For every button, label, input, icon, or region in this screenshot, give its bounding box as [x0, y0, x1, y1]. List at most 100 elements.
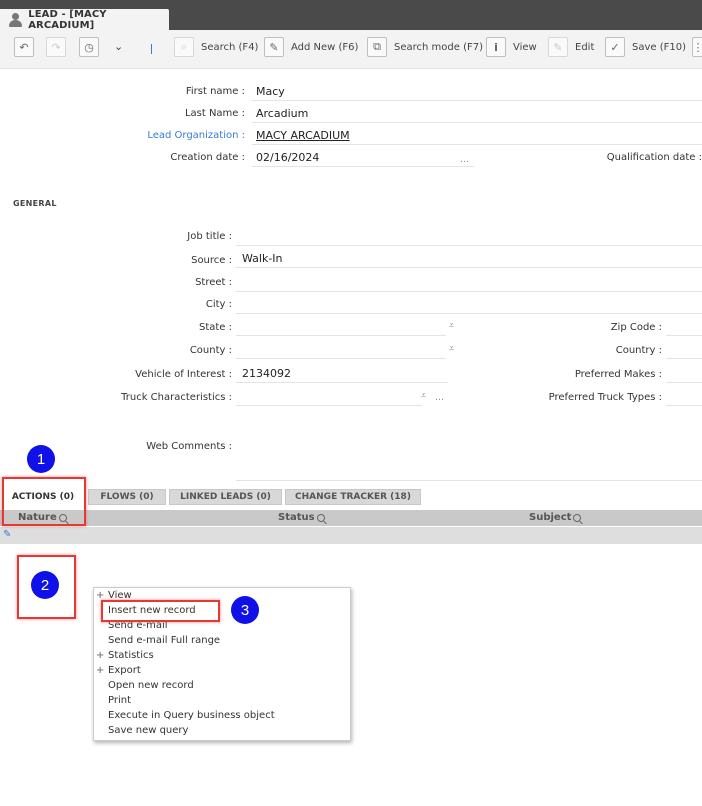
user-icon: [8, 12, 23, 27]
preferred-truck-types-field[interactable]: [666, 389, 702, 406]
redo-icon: ↷: [46, 37, 66, 57]
chevron-down-button[interactable]: ⌄: [114, 40, 123, 53]
country-field[interactable]: [666, 342, 702, 359]
toolbar: ↶ ↷ ◷ ⌄ ⌕ Search (F4) ✎ Add New (F6) ⧉ S…: [0, 30, 702, 69]
edit-icon: ✎: [548, 37, 568, 57]
more-button[interactable]: ⋮: [692, 37, 702, 57]
truck-picker-icon[interactable]: …: [435, 393, 444, 403]
menu-item-execute-query[interactable]: Execute in Query business object: [108, 710, 275, 721]
info-icon: i: [486, 37, 506, 57]
add-new-button[interactable]: ✎ Add New (F6): [264, 37, 358, 57]
vehicle-of-interest-field[interactable]: 2134092: [236, 366, 448, 383]
grid-header: Nature Status Subject: [0, 510, 702, 526]
lead-organization-link[interactable]: Lead Organization :: [147, 130, 245, 141]
undo-button[interactable]: ↶: [14, 37, 41, 57]
window-tab[interactable]: LEAD - [MACY ARCADIUM]: [0, 8, 169, 31]
column-status[interactable]: Status: [278, 512, 325, 523]
menu-item-open-new-record[interactable]: Open new record: [108, 680, 194, 691]
column-subject-label: Subject: [529, 512, 572, 523]
annotation-badge-1: 1: [27, 445, 55, 473]
creation-date-label: Creation date :: [170, 152, 245, 163]
toolbar-separator: [151, 44, 152, 54]
redo-button[interactable]: ↷: [46, 37, 73, 57]
column-status-label: Status: [278, 512, 315, 523]
undo-icon: ↶: [14, 37, 34, 57]
job-title-label: Job title :: [187, 231, 232, 242]
save-label: Save (F10): [632, 41, 687, 53]
add-new-label: Add New (F6): [291, 41, 359, 53]
section-general-title: GENERAL: [13, 199, 57, 208]
edit-label: Edit: [575, 41, 595, 53]
county-field[interactable]: [236, 342, 446, 359]
truck-filter-icon[interactable]: ⩡: [421, 391, 426, 401]
zip-code-field[interactable]: [666, 319, 702, 336]
grid-new-row[interactable]: ✎: [0, 527, 702, 544]
search-label: Search (F4): [201, 41, 259, 53]
preferred-makes-field[interactable]: [666, 366, 702, 383]
menu-item-print[interactable]: Print: [108, 695, 131, 706]
column-subject[interactable]: Subject: [529, 512, 582, 523]
search-icon: ⌕: [174, 37, 194, 57]
qualification-date-label: Qualification date :: [606, 152, 702, 163]
highlight-insert-new-record: [101, 600, 220, 622]
creation-date-field[interactable]: 02/16/2024: [252, 150, 474, 167]
annotation-badge-2: 2: [31, 571, 59, 599]
search-icon[interactable]: [573, 513, 582, 522]
save-button[interactable]: ✓ Save (F10): [605, 37, 686, 57]
source-label: Source :: [191, 255, 232, 266]
search-button[interactable]: ⌕ Search (F4): [174, 37, 258, 57]
web-comments-field[interactable]: [236, 438, 702, 481]
preferred-truck-types-label: Preferred Truck Types :: [548, 392, 662, 403]
menu-item-export[interactable]: Export: [108, 665, 141, 676]
checkmark-icon: ✓: [605, 37, 625, 57]
detail-tabs: ACTIONS (0) FLOWS (0) LINKED LEADS (0) C…: [0, 488, 702, 507]
menu-item-send-email-full-range[interactable]: Send e-mail Full range: [108, 635, 220, 646]
state-label: State :: [198, 322, 232, 333]
last-name-field[interactable]: Arcadium: [252, 106, 702, 123]
search-icon[interactable]: [316, 513, 325, 522]
county-label: County :: [189, 345, 232, 356]
search-mode-icon: ⧉: [367, 37, 387, 57]
street-field[interactable]: [236, 275, 702, 292]
zip-code-label: Zip Code :: [610, 322, 662, 333]
state-field[interactable]: [236, 319, 446, 336]
pencil-icon[interactable]: ✎: [3, 529, 11, 540]
truck-characteristics-field[interactable]: [236, 389, 422, 406]
menu-item-save-new-query[interactable]: Save new query: [108, 725, 188, 736]
clock-icon: ◷: [79, 37, 99, 57]
tab-change-tracker[interactable]: CHANGE TRACKER (18): [285, 489, 421, 505]
state-filter-icon[interactable]: ⩡: [449, 321, 454, 331]
highlight-actions-tab: [2, 477, 86, 526]
edit-button[interactable]: ✎ Edit: [548, 37, 594, 57]
preferred-makes-label: Preferred Makes :: [574, 369, 662, 380]
add-new-icon: ✎: [264, 37, 284, 57]
first-name-field[interactable]: Macy: [252, 84, 702, 101]
view-label: View: [513, 41, 537, 53]
truck-characteristics-label: Truck Characteristics :: [121, 392, 232, 403]
search-mode-label: Search mode (F7): [394, 41, 483, 53]
window-titlebar: LEAD - [MACY ARCADIUM]: [0, 0, 702, 31]
lead-organization-field[interactable]: MACY ARCADIUM: [252, 128, 702, 145]
vehicle-of-interest-label: Vehicle of Interest :: [135, 369, 232, 380]
web-comments-label: Web Comments :: [146, 441, 232, 452]
country-label: Country :: [615, 345, 662, 356]
last-name-label: Last Name :: [184, 108, 245, 119]
search-mode-button[interactable]: ⧉ Search mode (F7): [367, 37, 483, 57]
tab-flows[interactable]: FLOWS (0): [88, 489, 166, 505]
date-picker-icon[interactable]: …: [460, 155, 469, 165]
view-button[interactable]: i View: [486, 37, 537, 57]
history-button[interactable]: ◷: [79, 37, 106, 57]
annotation-badge-3: 3: [231, 596, 259, 624]
source-field[interactable]: Walk-In: [236, 251, 702, 268]
city-field[interactable]: [236, 297, 702, 314]
city-label: City :: [205, 299, 232, 310]
first-name-label: First name :: [185, 86, 245, 97]
more-icon: ⋮: [692, 37, 702, 57]
chevron-down-icon: ⌄: [114, 40, 124, 53]
county-filter-icon[interactable]: ⩡: [449, 344, 454, 354]
menu-item-statistics[interactable]: Statistics: [108, 650, 154, 661]
street-label: Street :: [195, 277, 232, 288]
job-title-field[interactable]: [236, 229, 702, 246]
window-title: LEAD - [MACY ARCADIUM]: [28, 8, 107, 31]
tab-linked-leads[interactable]: LINKED LEADS (0): [169, 489, 282, 505]
